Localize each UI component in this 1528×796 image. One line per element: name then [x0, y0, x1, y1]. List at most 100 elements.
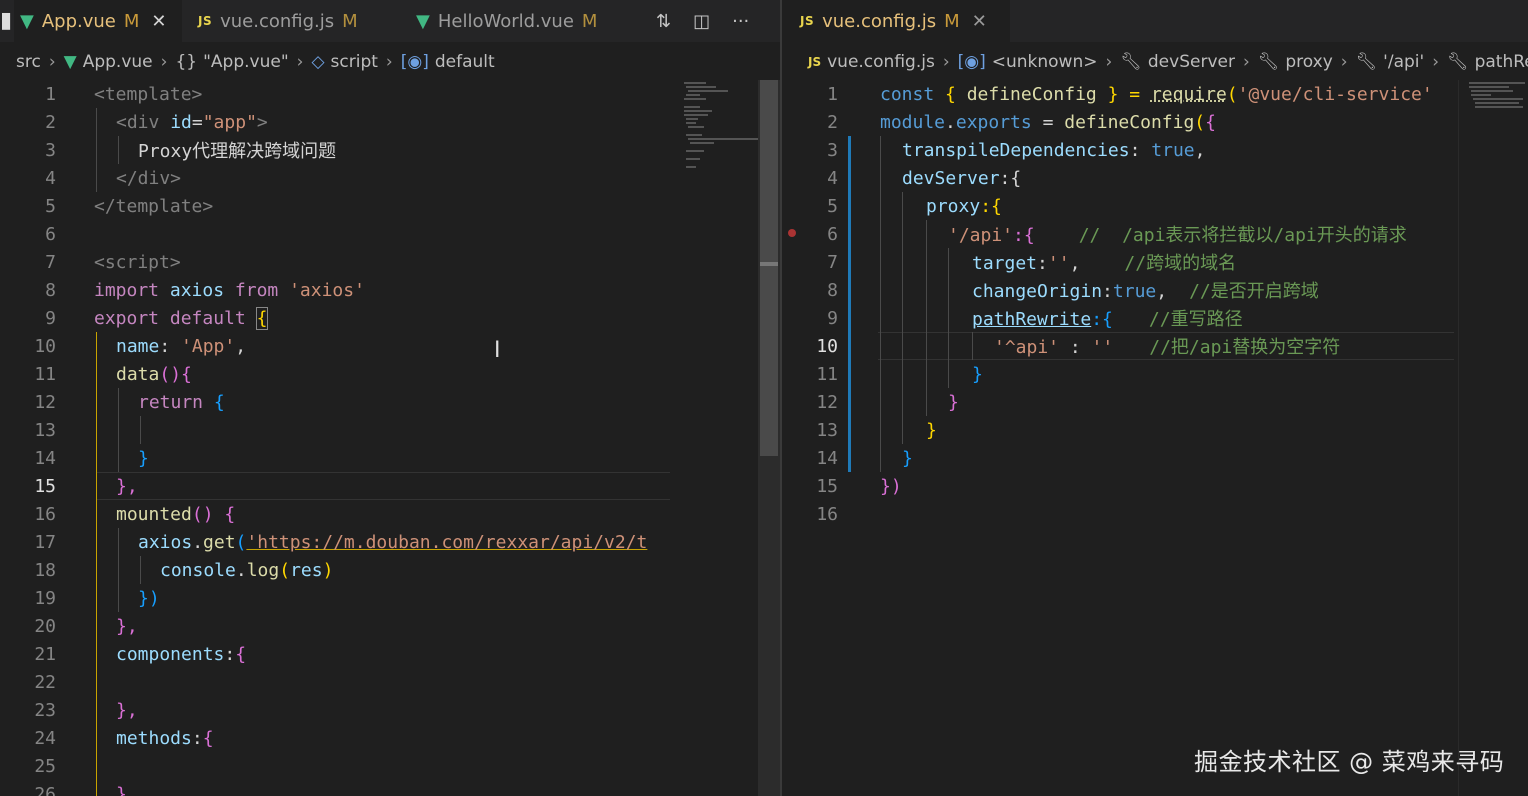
code-line: 13}	[782, 416, 937, 444]
line-number: 4	[45, 167, 56, 189]
indent-guide	[972, 332, 973, 360]
code-line: 19})	[0, 584, 159, 612]
close-icon[interactable]: ✕	[151, 11, 166, 32]
breadcrumb-file[interactable]: vue.config.js	[827, 52, 935, 72]
breadcrumb: src › ▼ App.vue › {} "App.vue" › ◇ scrip…	[0, 44, 780, 80]
line-number: 1	[45, 83, 56, 105]
code-line: 16 mounted() {	[0, 500, 235, 528]
line-number: 1	[827, 83, 838, 105]
text-cursor-icon: I	[494, 338, 501, 363]
line-number: 20	[34, 615, 56, 637]
code-line: 3 Proxy代理解决跨域问题	[0, 136, 336, 164]
more-actions-icon[interactable]: ···	[732, 11, 749, 32]
minimap[interactable]	[680, 80, 758, 796]
code-line: 17 axios.get('https://m.douban.com/rexxar…	[0, 528, 647, 556]
line-number: 7	[45, 251, 56, 273]
line-number: 23	[34, 699, 56, 721]
line-number: 9	[827, 307, 838, 329]
wrench-icon: 🔧︎	[1257, 52, 1280, 72]
minimap[interactable]	[1458, 80, 1528, 796]
scrollbar-cursor-marker	[760, 262, 778, 266]
line-number: 12	[816, 391, 838, 413]
vue-icon: ▼	[416, 10, 430, 32]
code-line: 7 <script>	[0, 248, 181, 276]
code-line: 9 pathRewrite:{//重写路径	[782, 304, 1242, 332]
compare-changes-icon[interactable]: ⇅	[656, 11, 671, 32]
tab-app-vue[interactable]: ▼ App.vue M ✕	[14, 0, 182, 42]
scrollbar-thumb[interactable]	[760, 80, 778, 456]
indent-guide-active	[96, 332, 97, 796]
code-line: 12 return {	[0, 388, 224, 416]
breadcrumb-unknown[interactable]: <unknown>	[992, 52, 1098, 72]
breadcrumb-devserver[interactable]: devServer	[1148, 52, 1235, 72]
breadcrumb-file[interactable]: App.vue	[83, 52, 153, 72]
code-line: 22	[0, 668, 56, 696]
code-line: 4 devServer:{	[782, 164, 1021, 192]
line-number: 4	[827, 167, 838, 189]
line-number: 18	[34, 559, 56, 581]
code-line: 5 </template>	[0, 192, 213, 220]
code-editor-left[interactable]: 1 <template> 2 <div id="app"> 3 Proxy代理解决跨域…	[0, 80, 670, 796]
editor-actions: ⇅ ◫ ···	[656, 0, 749, 42]
line-number: 8	[827, 279, 838, 301]
left-editor-pane: ▮ ▼ App.vue M ✕ JS vue.config.js M ▼ Hel…	[0, 0, 780, 796]
breadcrumb-script[interactable]: script	[331, 52, 378, 72]
code-line: 25	[0, 752, 56, 780]
code-line: 1 const { defineConfig } = require('@vue/…	[782, 80, 1433, 108]
chevron-right-icon: ›	[385, 52, 393, 72]
line-number: 2	[45, 111, 56, 133]
vertical-scrollbar[interactable]	[758, 80, 780, 796]
line-number: 10	[816, 335, 838, 357]
line-number: 15	[816, 475, 838, 497]
modified-badge: M	[581, 10, 598, 32]
git-change-marker	[848, 136, 851, 472]
tab-helloworld-vue[interactable]: ▼ HelloWorld.vue M	[416, 0, 597, 42]
code-line: 11 data(){	[0, 360, 192, 388]
breadcrumb-module[interactable]: "App.vue"	[203, 52, 289, 72]
chevron-right-icon: ›	[296, 52, 304, 72]
close-icon[interactable]: ✕	[972, 11, 987, 32]
js-icon: JS	[800, 14, 815, 28]
braces-icon: {}	[175, 52, 198, 72]
breadcrumb-default[interactable]: default	[435, 52, 495, 72]
code-line: 5 proxy:{	[782, 192, 1002, 220]
chevron-right-icon: ›	[1105, 52, 1113, 72]
code-line: 14}	[0, 444, 149, 472]
breadcrumb-api[interactable]: '/api'	[1383, 52, 1424, 72]
code-line: 18 console.log(res)	[0, 556, 333, 584]
split-editor-icon[interactable]: ◫	[693, 11, 710, 32]
breakpoint-icon[interactable]	[788, 229, 796, 237]
line-number: 21	[34, 643, 56, 665]
code-line: 16	[782, 500, 838, 528]
line-number: 5	[45, 195, 56, 217]
line-number: 3	[827, 139, 838, 161]
line-number: 5	[827, 195, 838, 217]
line-number: 14	[34, 447, 56, 469]
tab-vue-config-js[interactable]: JS vue.config.js M	[198, 0, 358, 42]
indent-guide	[96, 108, 97, 192]
line-number: 9	[45, 307, 56, 329]
line-number: 11	[816, 363, 838, 385]
tab-vue-config-js[interactable]: JS vue.config.js M ✕	[782, 0, 1010, 42]
code-line: 11}	[782, 360, 983, 388]
code-line: 13	[0, 416, 56, 444]
code-line: 8 import axios from 'axios'	[0, 276, 365, 304]
breadcrumb-src[interactable]: src	[16, 52, 41, 72]
url-link[interactable]: 'https://m.douban.com/rexxar/api/v2/t	[246, 532, 647, 553]
line-number: 8	[45, 279, 56, 301]
code-line: 7 target:'',//跨域的域名	[782, 248, 1236, 276]
code-line: 9 export default {	[0, 304, 269, 332]
vue-icon: ▼	[63, 52, 77, 72]
code-line: 2 <div id="app">	[0, 108, 268, 136]
breadcrumb-pathrewrite[interactable]: pathRe	[1475, 52, 1528, 72]
wrench-icon: 🔧︎	[1120, 52, 1142, 72]
line-number: 16	[34, 503, 56, 525]
code-editor-right[interactable]: 1 const { defineConfig } = require('@vue/…	[782, 80, 1454, 796]
watermark: 掘金技术社区 @ 菜鸡来寻码	[1194, 748, 1505, 776]
chevron-right-icon: ›	[48, 52, 56, 72]
breadcrumb-proxy[interactable]: proxy	[1285, 52, 1332, 72]
indent-guide	[880, 136, 881, 472]
vue-icon: ▼	[20, 10, 34, 32]
variable-icon: [◉]	[400, 52, 429, 72]
chevron-right-icon: ›	[1242, 52, 1250, 72]
